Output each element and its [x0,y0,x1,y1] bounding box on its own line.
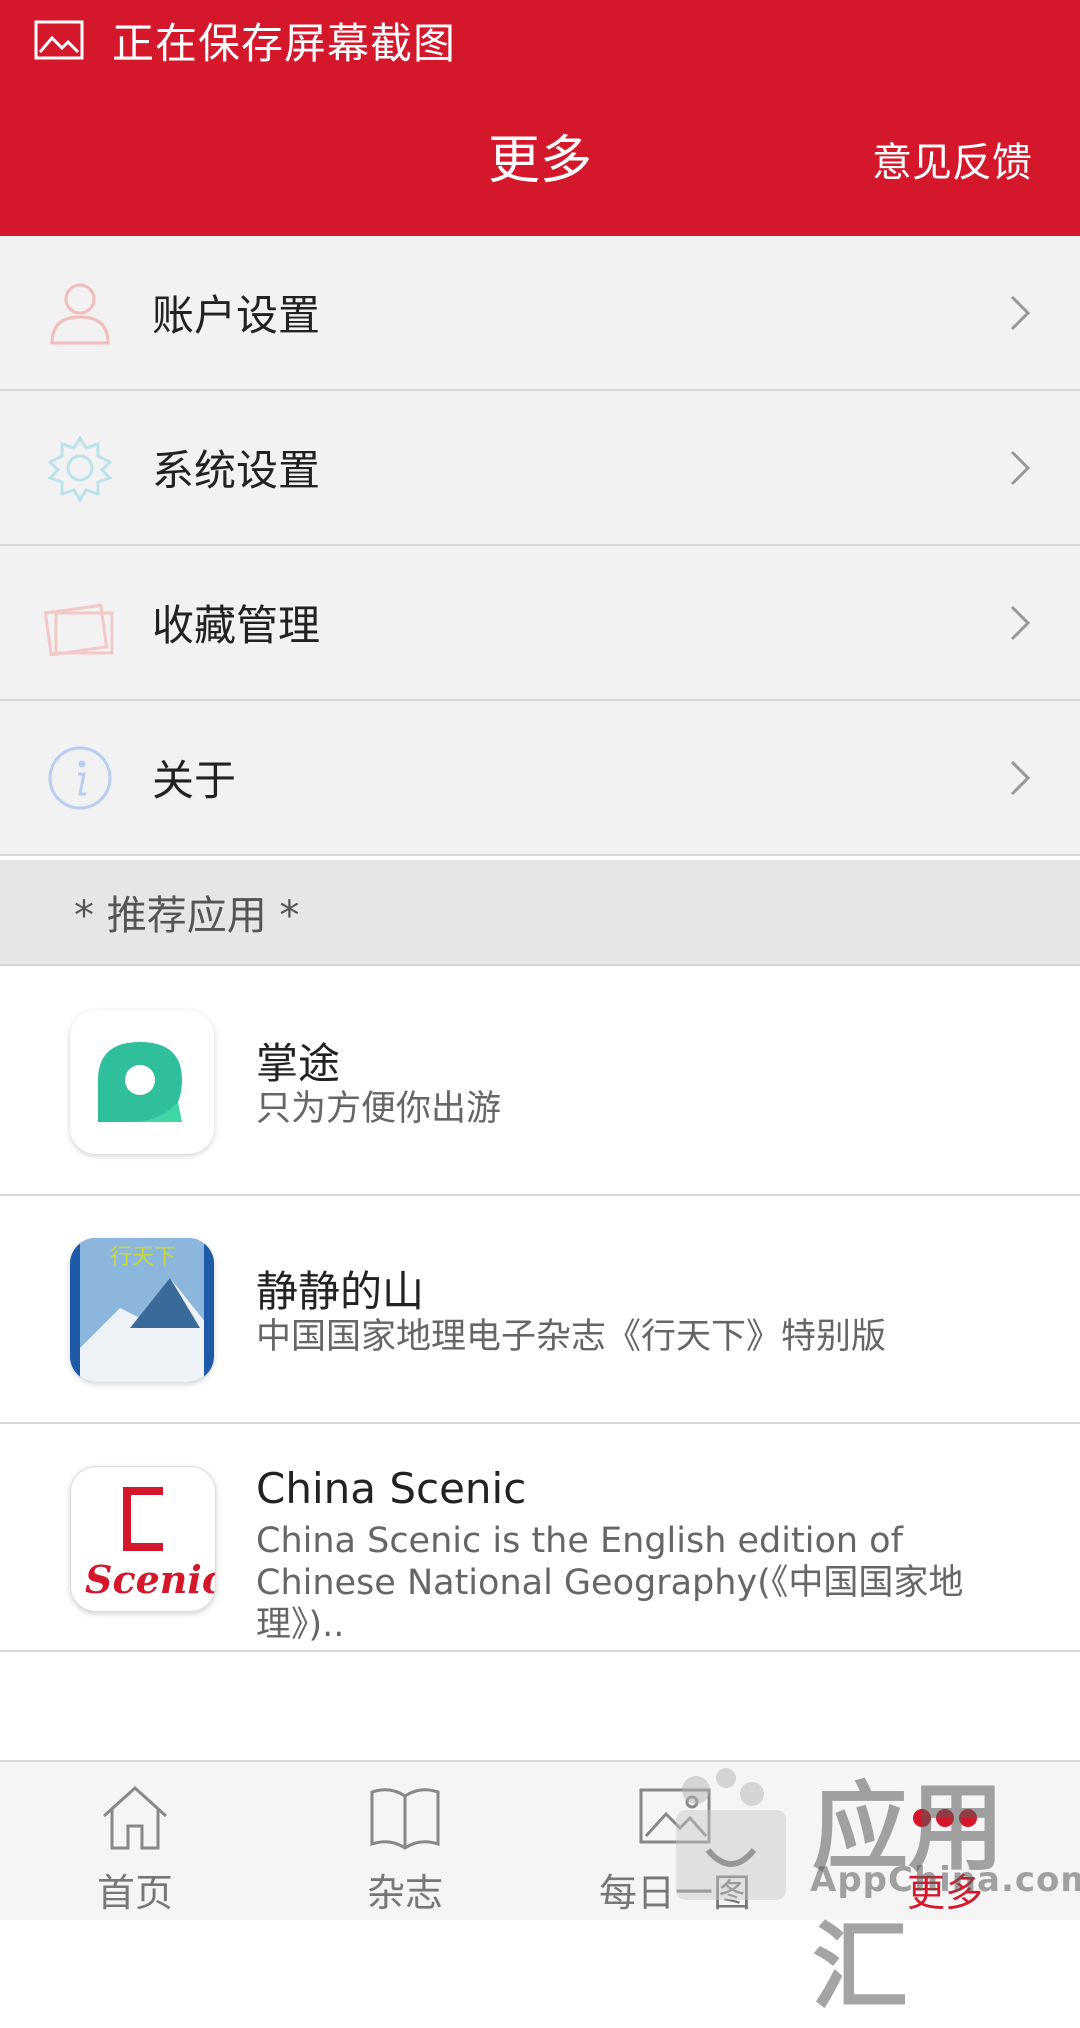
app-name: 掌途 [256,1039,341,1088]
menu-label: 系统设置 [152,446,321,495]
feedback-button[interactable]: 意见反馈 [872,130,1032,188]
app-header: 正在保存屏幕截图 更多 意见反馈 [0,0,1080,236]
menu-label: 收藏管理 [152,601,321,650]
info-icon [44,742,116,814]
tab-label: 首页 [96,1871,173,1915]
tab-daily-picture[interactable]: 每日一图 [540,1762,810,1922]
tab-more[interactable]: 更多 [810,1762,1080,1922]
app-name: China Scenic [256,1464,527,1513]
favorites-folder-icon [44,587,116,659]
tab-label: 杂志 [366,1871,443,1915]
menu-item-about[interactable]: 关于 [0,701,1080,856]
menu-item-favorites[interactable]: 收藏管理 [0,546,1080,701]
status-notification: 正在保存屏幕截图 [34,12,456,68]
app-item-zhangtu[interactable]: 掌途 只为方便你出游 [0,968,1080,1196]
app-description: 只为方便你出游 [256,1089,502,1129]
recommend-app-list: 掌途 只为方便你出游 行天下 静静的山 中国国家地理电子杂志《行天下》特别版 S… [0,968,1080,1652]
tab-label: 更多 [906,1871,983,1915]
book-icon [370,1788,440,1850]
menu-item-system[interactable]: 系统设置 [0,391,1080,546]
bottom-tab-bar: 首页 杂志 每日一图 更多 [0,1760,1080,1920]
home-icon [102,1785,168,1850]
menu-item-account[interactable]: 账户设置 [0,236,1080,391]
user-icon [44,277,116,349]
chevron-right-icon [1010,295,1031,330]
app-item-jingjing[interactable]: 行天下 静静的山 中国国家地理电子杂志《行天下》特别版 [0,1196,1080,1424]
gear-icon [44,432,116,504]
chevron-right-icon [1010,450,1031,485]
chevron-right-icon [1010,605,1031,640]
recommend-header-label: * 推荐应用 * [74,893,300,939]
zhangtu-app-icon [70,1010,214,1154]
app-name: 静静的山 [256,1267,425,1316]
notification-text: 正在保存屏幕截图 [112,18,457,68]
tab-magazine[interactable]: 杂志 [270,1762,540,1922]
app-item-china-scenic[interactable]: Scenic China Scenic China Scenic is the … [0,1424,1080,1652]
tab-label: 每日一图 [598,1871,751,1915]
image-icon [34,20,84,60]
recommend-section-header: * 推荐应用 * [0,860,1080,966]
svg-text:行天下: 行天下 [110,1245,176,1270]
magazine-cover-icon: 行天下 [70,1238,214,1382]
more-dots-icon [913,1809,977,1827]
app-description: China Scenic is the English edition of C… [256,1521,964,1645]
chevron-right-icon [1010,760,1031,795]
app-description: 中国国家地理电子杂志《行天下》特别版 [256,1317,887,1357]
menu-label: 关于 [152,756,237,805]
china-scenic-app-icon: Scenic [70,1466,216,1612]
scenic-logo-text: Scenic [85,1557,215,1602]
tab-home[interactable]: 首页 [0,1762,270,1922]
picture-icon [639,1788,711,1844]
menu-label: 账户设置 [152,291,321,340]
settings-menu: 账户设置 系统设置 收藏管理 关于 [0,236,1080,856]
